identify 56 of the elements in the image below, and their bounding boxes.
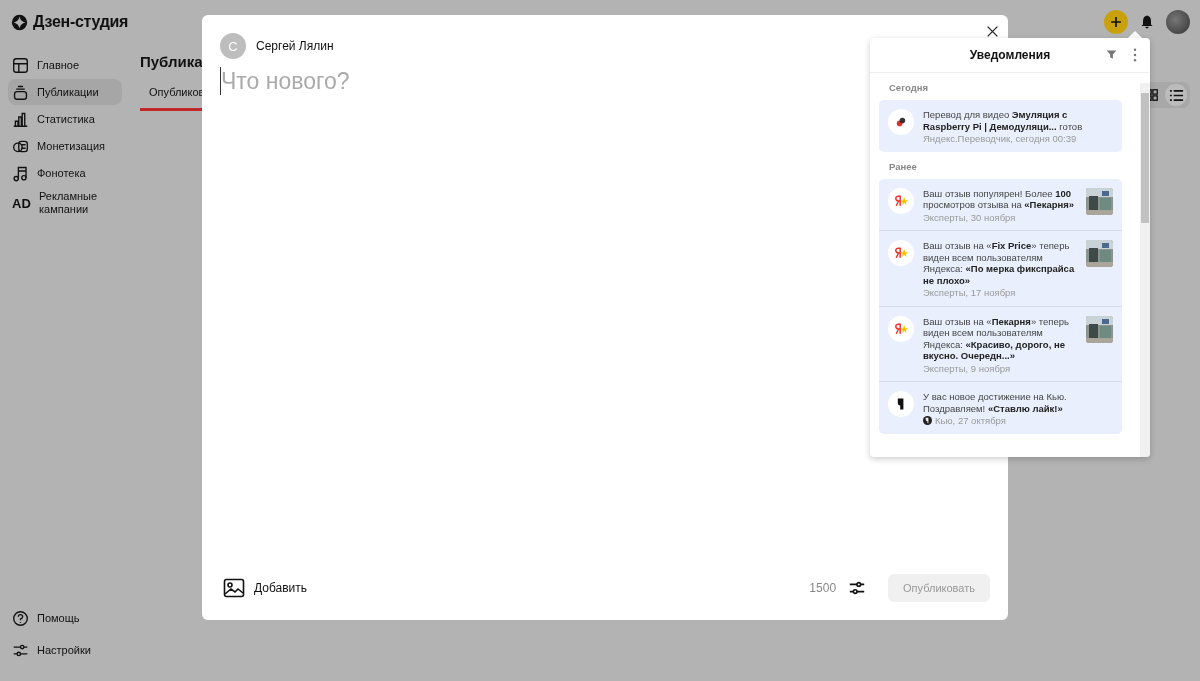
section-heading: Ранее — [889, 160, 918, 172]
author-name: Сергей Лялин — [256, 39, 334, 53]
brand-name: Дзен-студия — [33, 13, 129, 31]
sidebar-item[interactable]: Статистика — [8, 106, 122, 132]
music-note-icon — [12, 164, 29, 182]
star-logo-icon — [888, 315, 914, 342]
notification-item[interactable]: Ваш отзыв на «Пекарня» теперь виден всем пользователям Яндекса: «Красиво, дорого, не вкусно. Очередн...» Эксперты, 9 ноября — [879, 306, 1122, 382]
scrollbar[interactable] — [1140, 83, 1150, 457]
list-view-button[interactable] — [1165, 84, 1187, 106]
bell-icon[interactable] — [1139, 14, 1155, 30]
notification-text: Ваш отзыв популярен! Более 100 просмотров отзыва на «Пекарня» — [923, 187, 1076, 211]
sidebar-item[interactable]: Настройки — [8, 637, 122, 663]
ad-icon: AD — [12, 195, 31, 211]
author-avatar: С — [220, 33, 246, 59]
notification-item[interactable]: Ваш отзыв популярен! Более 100 просмотров отзыва на «Пекарня» Эксперты, 30 ноября — [879, 178, 1122, 231]
translate-icon — [888, 109, 914, 135]
image-icon — [223, 577, 245, 599]
help-icon — [12, 609, 29, 627]
notification-text: У вас новое достижение на Кью. Поздравляем! «Ставлю лайк!» — [923, 391, 1068, 414]
page-heading: Публика — [140, 53, 203, 70]
stack-icon — [12, 83, 29, 101]
q-logo-icon — [923, 416, 932, 426]
bar-chart-icon — [12, 110, 29, 128]
plus-icon — [1109, 15, 1123, 29]
section-heading: Сегодня — [889, 82, 929, 93]
add-image-button[interactable]: Добавить — [220, 577, 308, 599]
star-logo-icon — [888, 240, 914, 266]
notification-meta: Эксперты, 30 ноября — [923, 211, 1016, 223]
notification-meta: Кью, 27 октября — [935, 415, 1006, 427]
logo-icon — [11, 13, 28, 31]
notification-meta: Эксперты, 9 ноября — [923, 362, 1011, 374]
close-icon[interactable] — [986, 25, 999, 38]
more-icon[interactable] — [1133, 48, 1137, 62]
sidebar-item[interactable]: Фонотека — [8, 160, 122, 186]
list-icon — [1168, 87, 1184, 103]
panel-title: Уведомления — [969, 48, 1051, 62]
filter-icon[interactable] — [1106, 49, 1117, 60]
notification-text: Перевод для видео Эмуляция с Raspberry Pi | Демодуляци... готов — [923, 109, 1084, 132]
notification-text: Ваш отзыв на «Fix Price» теперь виден всем пользователям Яндекса: «По мерка фикспрайса не плохо» — [923, 240, 1076, 286]
character-count: 1500 — [809, 581, 837, 595]
star-logo-icon — [888, 187, 914, 214]
add-button[interactable] — [1104, 10, 1128, 34]
notification-item[interactable]: Ваш отзыв на «Fix Price» теперь виден всем пользователям Яндекса: «По мерка фикспрайса не плохо» Эксперты, 17 ноября — [879, 231, 1122, 307]
notification-meta: Яндекс.Переводчик, сегодня 00:39 — [923, 133, 1077, 145]
notification-item[interactable]: Перевод для видео Эмуляция с Raspberry Pi | Демодуляци... готов Яндекс.Переводчик, сегодня 00:39 — [879, 100, 1122, 152]
sidebar-item[interactable]: Публикации — [8, 79, 122, 105]
q-logo-icon — [888, 391, 914, 417]
settings-icon[interactable] — [848, 579, 867, 597]
notification-item[interactable]: У вас новое достижение на Кью. Поздравляем! «Ставлю лайк!» Кью, 27 октября — [879, 382, 1122, 434]
notification-meta: Эксперты, 17 ноября — [923, 287, 1016, 299]
user-avatar[interactable] — [1166, 10, 1190, 34]
sidebar-item[interactable]: Главное — [8, 52, 122, 78]
sidebar-item[interactable]: Помощь — [8, 605, 122, 631]
layout-icon — [12, 56, 29, 74]
sidebar-item[interactable]: Монетизация — [8, 133, 122, 159]
notification-text: Ваш отзыв на «Пекарня» теперь виден всем пользователям Яндекса: «Красиво, дорого, не вкусно. Очередн...» — [923, 315, 1070, 362]
